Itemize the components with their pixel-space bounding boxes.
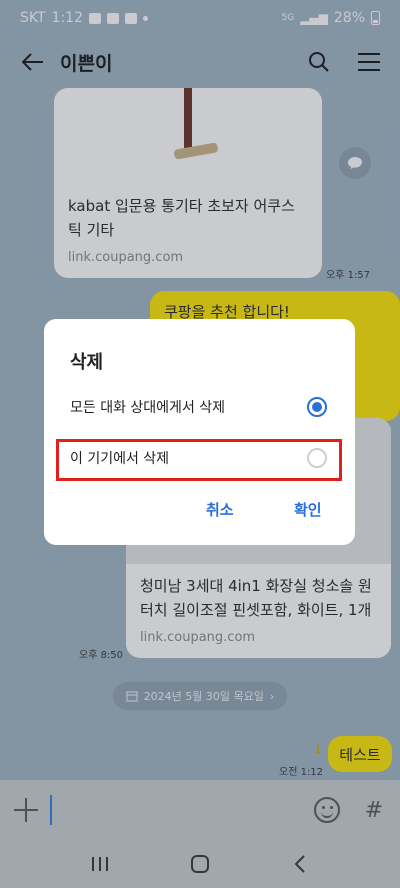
confirm-button[interactable]: 확인: [294, 499, 322, 520]
cancel-button[interactable]: 취소: [206, 499, 234, 520]
option-label: 모든 대화 상대에게서 삭제: [70, 400, 226, 416]
highlight-annotation: [56, 439, 342, 481]
option-delete-for-everyone[interactable]: 모든 대화 상대에게서 삭제: [44, 387, 355, 427]
delete-dialog: 삭제 모든 대화 상대에게서 삭제 이 기기에서 삭제 취소 확인: [44, 319, 355, 545]
dialog-title: 삭제: [70, 352, 104, 373]
radio-button-checked[interactable]: [307, 397, 327, 417]
